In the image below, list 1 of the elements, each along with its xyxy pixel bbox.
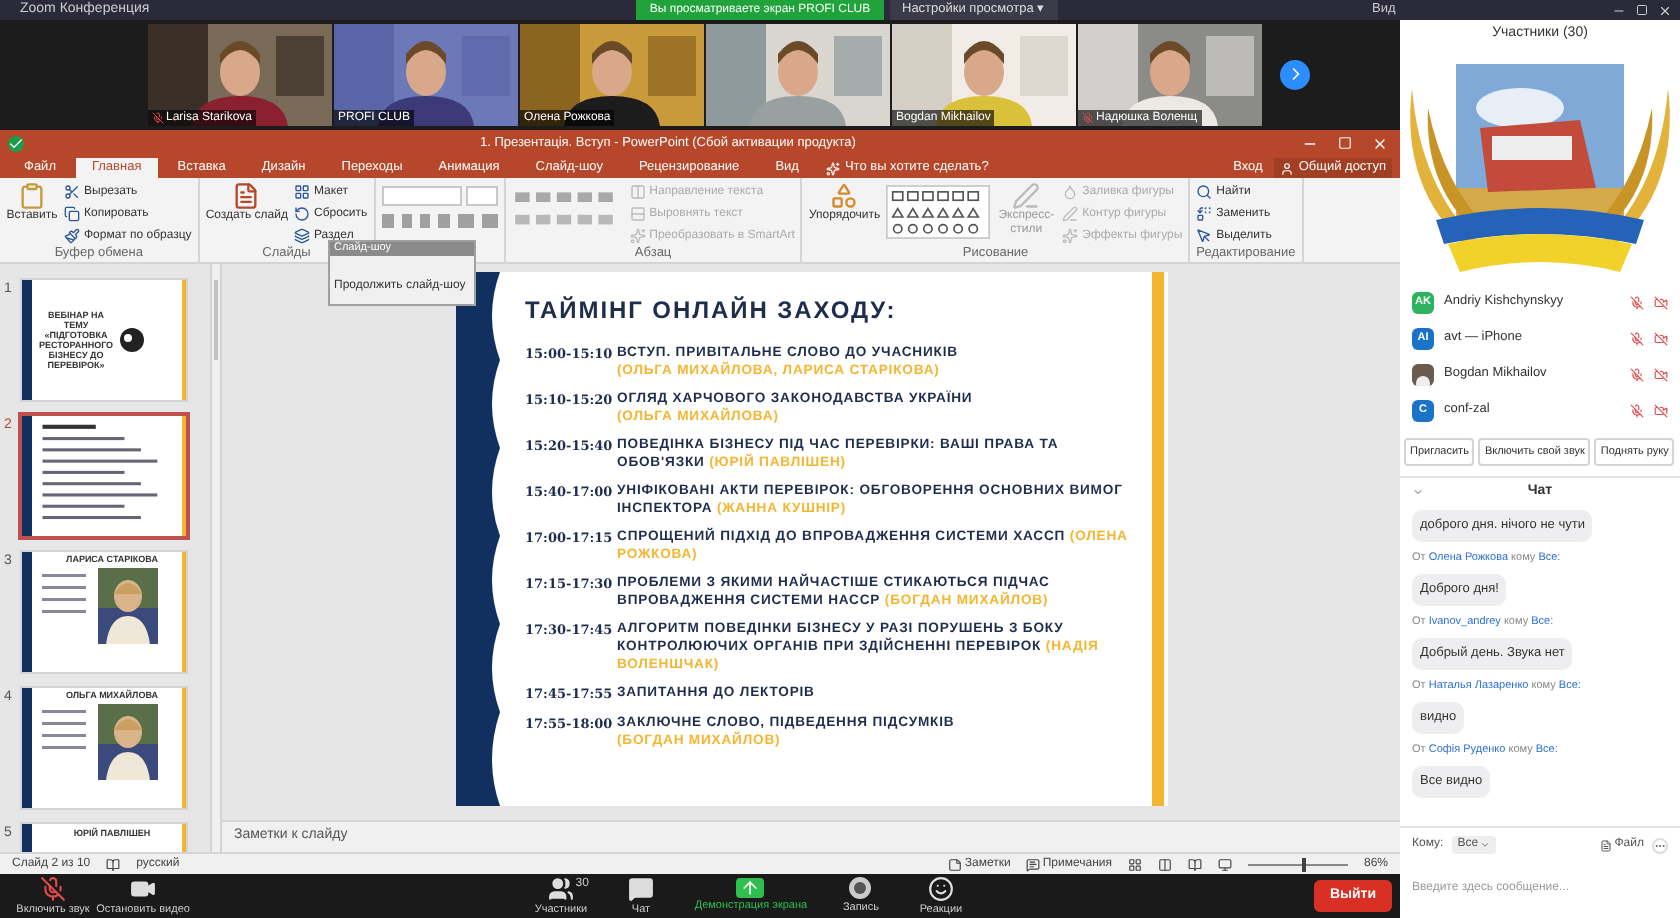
slide-title: ТАЙМІНГ ОНЛАЙН ЗАХОДУ: — [525, 294, 899, 328]
